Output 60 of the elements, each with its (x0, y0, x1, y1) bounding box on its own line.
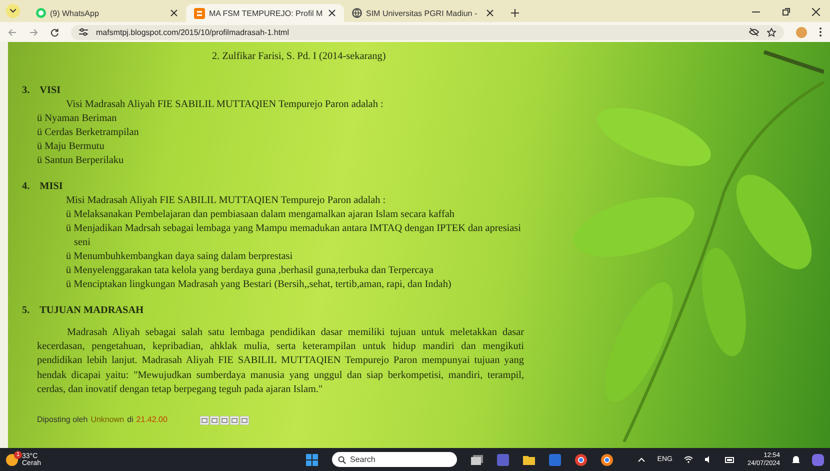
list-item: ü Melaksanakan Pembelajaran dan pembiasaan dalam mengamalkan ajaran Islam secara kaffah (66, 208, 456, 222)
section-intro: Visi Madrasah Aliyah FIE SABILIL MUTTAQIEN Tempurejo Paron adalah : (65, 98, 384, 112)
author-link[interactable]: Unknown (90, 413, 124, 428)
restore-icon[interactable] (782, 8, 790, 16)
text-line: 2. Zulfikar Farisi, S. Pd. I (2014-sekarang) (211, 50, 387, 64)
blog-icon[interactable] (210, 416, 220, 425)
list-item: ü Nyaman Beriman (36, 112, 118, 126)
search-field[interactable]: Search (332, 452, 457, 467)
posted-by-label: Diposting oleh (37, 414, 88, 426)
address-bar[interactable]: mafsmtpj.blogspot.com/2015/10/profilmadrasah-1.html (71, 24, 784, 40)
folder-icon[interactable] (523, 454, 535, 464)
browser-tab[interactable]: SIM Universitas PGRI Madiun - (344, 4, 502, 22)
section-heading: VISI (40, 84, 61, 98)
browser-tab[interactable]: (9) WhatsApp (28, 4, 186, 22)
email-icon[interactable] (200, 416, 210, 425)
tab-search-button[interactable] (6, 4, 20, 18)
wifi-icon[interactable] (684, 456, 694, 463)
close-icon[interactable] (812, 8, 820, 16)
section-number: 5. (22, 304, 30, 318)
eye-slash-icon[interactable] (749, 28, 759, 36)
chevron-down-icon (10, 9, 16, 13)
list-item: ü Menciptakan lingkungan Madrasah yang Bestari (Bersih,,sehat, tertib,aman, rapi, dan Indah) (66, 278, 452, 292)
forward-icon[interactable] (29, 28, 38, 36)
battery-icon[interactable] (725, 456, 736, 462)
menu-icon[interactable] (819, 27, 822, 37)
new-tab-icon[interactable] (510, 8, 520, 18)
close-icon[interactable] (328, 9, 336, 17)
paragraph: Madrasah Aliyah sebagai salah satu lembaga pendidikan dasar memiliki tujuan untuk meletakkan dasar kecerdasan, pengetahuan, kepribadian, ahklak mulia, serta keterampilan untuk hidup mandiri dan mengikuti pendidikan lebih lanjut. Madrasah Aliyah FIE SABILIL MUTTAQIEN Tempurejo Paron mempunyai tujuan yang hendak dicapai yaitu: "Mewujudkan sumberdaya manusia yang unggul dan siap berkompetisi, mandiri, terampil, cerdas, dan inovatif dengan tetap berpegang teguh pada ajaran Islam." (37, 326, 524, 397)
list-item: ü Santun Berperilaku (36, 154, 125, 168)
site-settings-icon[interactable] (79, 28, 88, 36)
chat-icon (36, 8, 46, 18)
bell-icon[interactable] (792, 455, 800, 464)
share-icon[interactable] (220, 416, 230, 425)
facebook-icon[interactable] (230, 416, 240, 425)
browser-tab[interactable]: MA FSM TEMPUREJO: Profil M (186, 4, 344, 22)
back-icon[interactable] (8, 28, 17, 36)
section-heading: TUJUAN MADRASAH (40, 304, 144, 318)
windows-icon[interactable] (306, 454, 318, 466)
pinterest-icon[interactable] (240, 416, 250, 425)
blog-icon (194, 8, 205, 18)
globe-icon (352, 8, 362, 18)
chevron-up-icon[interactable] (638, 457, 646, 462)
search-icon (338, 456, 346, 464)
chrome-icon[interactable] (601, 454, 613, 466)
weather-icon (6, 454, 18, 466)
close-icon[interactable] (170, 9, 178, 17)
section-number: 4. (22, 180, 30, 194)
chrome-icon[interactable] (575, 454, 587, 466)
list-item: ü Cerdas Berketrampilan (36, 126, 140, 140)
reload-icon[interactable] (50, 28, 59, 36)
at-label: di (127, 414, 134, 426)
list-item: ü Menumbuhkembangkan daya saing dalam berprestasi (66, 250, 294, 264)
star-icon[interactable] (767, 28, 776, 36)
section-heading: MISI (40, 180, 63, 194)
close-icon[interactable] (486, 9, 494, 17)
list-item: ü Menyelenggarakan tata kelola yang berdaya guna ,berhasil guna,terbuka dan Terpercaya (66, 264, 434, 278)
list-item: ü Maju Bermutu (36, 140, 106, 154)
section-intro: Misi Madrasah Aliyah FIE SABILIL MUTTAQIEN Tempurejo Paron adalah : (65, 194, 387, 208)
section-number: 3. (22, 84, 30, 98)
task-view-icon[interactable] (471, 454, 483, 464)
